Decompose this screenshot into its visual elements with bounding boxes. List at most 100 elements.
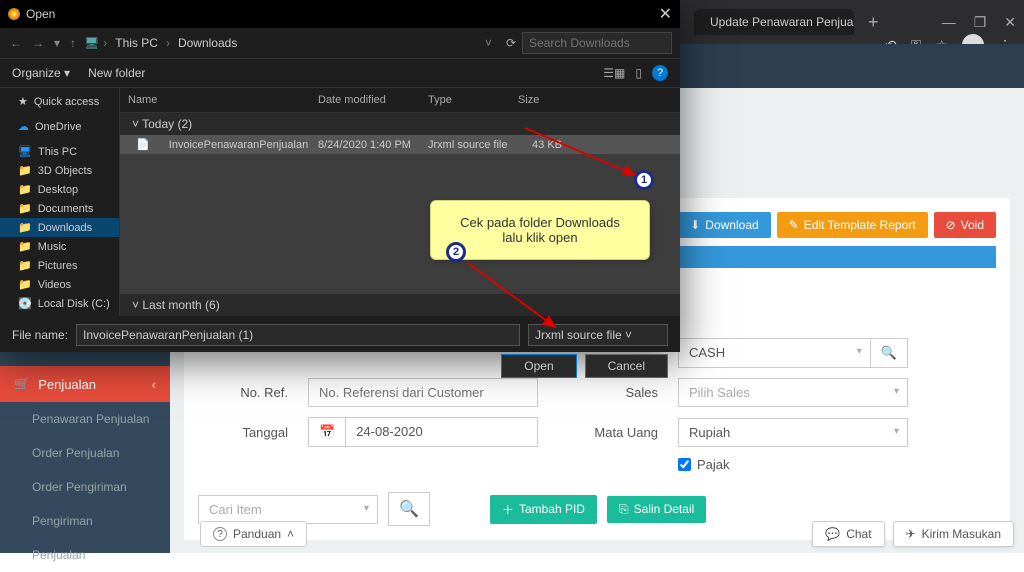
col-type[interactable]: Type bbox=[420, 92, 510, 108]
search-addon[interactable]: 🔍 bbox=[871, 338, 908, 368]
send-icon: ✈ bbox=[906, 527, 916, 541]
tambah-pid-button[interactable]: ＋Tambah PID bbox=[490, 495, 597, 524]
chrome-icon bbox=[8, 8, 20, 20]
cash-select[interactable]: CASH bbox=[678, 338, 871, 368]
sidebar-item-order-pengiriman[interactable]: Order Pengiriman bbox=[0, 470, 170, 504]
tree-pictures[interactable]: 📁Pictures bbox=[0, 256, 119, 275]
nav-up-icon[interactable]: ↑ bbox=[68, 34, 78, 52]
tree-documents[interactable]: 📁Documents bbox=[0, 199, 119, 218]
open-button[interactable]: Open bbox=[501, 354, 576, 378]
organize-menu[interactable]: Organize ▾ bbox=[12, 66, 70, 80]
edit-template-button[interactable]: ✎Edit Template Report bbox=[777, 212, 928, 238]
folder-icon: 📁 bbox=[18, 278, 32, 291]
download-button[interactable]: ⬇Download bbox=[678, 212, 770, 238]
disk-icon: 💽 bbox=[18, 297, 32, 310]
salin-detail-button[interactable]: ⎘Salin Detail bbox=[607, 496, 706, 523]
nav-back-icon[interactable]: ← bbox=[8, 34, 24, 52]
view-icon[interactable]: ☰▦ bbox=[603, 66, 625, 80]
refresh-icon[interactable]: ⟳ bbox=[506, 36, 516, 50]
file-name: InvoicePenawaranPenjualan (1) bbox=[161, 139, 310, 151]
edit-label: Edit Template Report bbox=[804, 218, 916, 232]
folder-icon: 📁 bbox=[18, 183, 32, 196]
annotation-badge-2: 2 bbox=[446, 242, 466, 262]
tree-3d-objects[interactable]: 📁3D Objects bbox=[0, 161, 119, 180]
close-window-icon[interactable]: ✕ bbox=[1004, 14, 1016, 31]
calendar-icon[interactable]: 📅 bbox=[308, 417, 345, 447]
cari-item-select[interactable]: Cari Item bbox=[198, 495, 378, 524]
dialog-close-icon[interactable]: ✕ bbox=[659, 4, 672, 24]
tree-videos[interactable]: 📁Videos bbox=[0, 275, 119, 294]
search-input[interactable] bbox=[522, 32, 672, 54]
tanggal-input[interactable]: 24-08-2020 bbox=[345, 417, 538, 447]
void-button[interactable]: ⊘ Void bbox=[934, 212, 996, 238]
sidebar-item-penawaran[interactable]: Penawaran Penjualan bbox=[0, 402, 170, 436]
cancel-button[interactable]: Cancel bbox=[585, 354, 668, 378]
tab-title: Update Penawaran Penjualan bbox=[710, 15, 854, 29]
organize-label: Organize bbox=[12, 66, 61, 80]
pajak-checkbox[interactable] bbox=[678, 458, 691, 471]
download-label: Download bbox=[705, 218, 758, 232]
new-folder-button[interactable]: New folder bbox=[88, 66, 145, 80]
dialog-title: Open bbox=[26, 7, 55, 21]
tree-downloads[interactable]: 📁Downloads bbox=[0, 218, 119, 237]
folder-icon: 📁 bbox=[18, 164, 32, 177]
tree-quick-access[interactable]: ★Quick access bbox=[0, 92, 119, 111]
dialog-bottom: File name: Jrxml source file ˅ Open Canc… bbox=[0, 316, 680, 386]
dialog-toolbar: Organize ▾ New folder ☰▦ ▯ ? bbox=[0, 59, 680, 88]
filename-input[interactable] bbox=[76, 324, 520, 346]
breadcrumb[interactable]: 🖥 › This PC › Downloads bbox=[84, 34, 477, 52]
pajak-label: Pajak bbox=[697, 457, 730, 472]
sidebar-item-order-penjualan[interactable]: Order Penjualan bbox=[0, 436, 170, 470]
folder-tree: ★Quick access ☁OneDrive 🖥This PC 📁3D Obj… bbox=[0, 88, 120, 316]
file-row-invoice[interactable]: 📄 InvoicePenawaranPenjualan (1) 8/24/202… bbox=[120, 135, 680, 154]
folder-icon: 📁 bbox=[18, 259, 32, 272]
file-filter-select[interactable]: Jrxml source file ˅ bbox=[528, 324, 668, 346]
maximize-icon[interactable]: ❐ bbox=[974, 14, 987, 31]
nav-dropdown-icon[interactable]: ▾ bbox=[52, 34, 62, 52]
sales-select[interactable]: Pilih Sales bbox=[678, 378, 908, 407]
kirim-label: Kirim Masukan bbox=[922, 527, 1001, 541]
group-last-month[interactable]: ˅ Last month (6) bbox=[120, 294, 680, 316]
col-name[interactable]: Name bbox=[120, 92, 310, 108]
preview-pane-icon[interactable]: ▯ bbox=[635, 66, 642, 80]
tree-this-pc[interactable]: 🖥This PC bbox=[0, 142, 119, 161]
file-icon: 📄 bbox=[128, 139, 158, 151]
nav-fwd-icon[interactable]: → bbox=[30, 34, 46, 52]
kirim-masukan-button[interactable]: ✈ Kirim Masukan bbox=[893, 521, 1014, 547]
filter-value: Jrxml source file bbox=[535, 328, 622, 342]
no-ref-label: No. Ref. bbox=[198, 385, 288, 400]
new-tab-button[interactable]: + bbox=[862, 12, 885, 33]
window-controls: — ❐ ✕ bbox=[942, 14, 1016, 31]
sidebar-item-pengiriman[interactable]: Pengiriman bbox=[0, 504, 170, 538]
cari-item-placeholder: Cari Item bbox=[209, 502, 262, 517]
dialog-nav: ← → ▾ ↑ 🖥 › This PC › Downloads ˅ ⟳ bbox=[0, 28, 680, 59]
folder-icon: 📁 bbox=[18, 240, 32, 253]
file-open-dialog: Open ✕ ← → ▾ ↑ 🖥 › This PC › Downloads ˅… bbox=[0, 0, 680, 352]
breadcrumb-downloads[interactable]: Downloads bbox=[174, 34, 241, 52]
panduan-label: Panduan bbox=[233, 527, 281, 541]
tree-music[interactable]: 📁Music bbox=[0, 237, 119, 256]
search-item-button[interactable]: 🔍 bbox=[388, 492, 430, 526]
group-today[interactable]: ˅ Today (2) bbox=[120, 113, 680, 135]
mata-uang-select[interactable]: Rupiah bbox=[678, 418, 908, 447]
col-size[interactable]: Size bbox=[510, 92, 570, 108]
callout-text: Cek pada folder Downloads lalu klik open bbox=[460, 215, 620, 245]
breadcrumb-this-pc[interactable]: This PC bbox=[111, 34, 162, 52]
breadcrumb-dropdown-icon[interactable]: ˅ bbox=[483, 34, 494, 52]
col-date[interactable]: Date modified bbox=[310, 92, 420, 108]
tree-desktop[interactable]: 📁Desktop bbox=[0, 180, 119, 199]
copy-icon: ⎘ bbox=[619, 502, 629, 517]
minimize-icon[interactable]: — bbox=[942, 14, 956, 31]
chat-button[interactable]: 💬 Chat bbox=[812, 521, 884, 547]
void-label: Void bbox=[961, 218, 984, 232]
cash-value: CASH bbox=[689, 345, 725, 360]
filename-label: File name: bbox=[12, 328, 68, 342]
tree-onedrive[interactable]: ☁OneDrive bbox=[0, 117, 119, 136]
browser-tab[interactable]: Update Penawaran Penjualan × bbox=[694, 9, 854, 35]
help-icon[interactable]: ? bbox=[652, 65, 668, 81]
sidebar-item-penjualan[interactable]: Penjualan bbox=[0, 538, 170, 572]
tree-local-disk[interactable]: 💽Local Disk (C:) bbox=[0, 294, 119, 313]
panduan-button[interactable]: ? Panduan ˄ bbox=[200, 521, 307, 547]
pc-icon: 🖥 bbox=[18, 145, 32, 158]
ban-icon: ⊘ bbox=[946, 218, 956, 232]
